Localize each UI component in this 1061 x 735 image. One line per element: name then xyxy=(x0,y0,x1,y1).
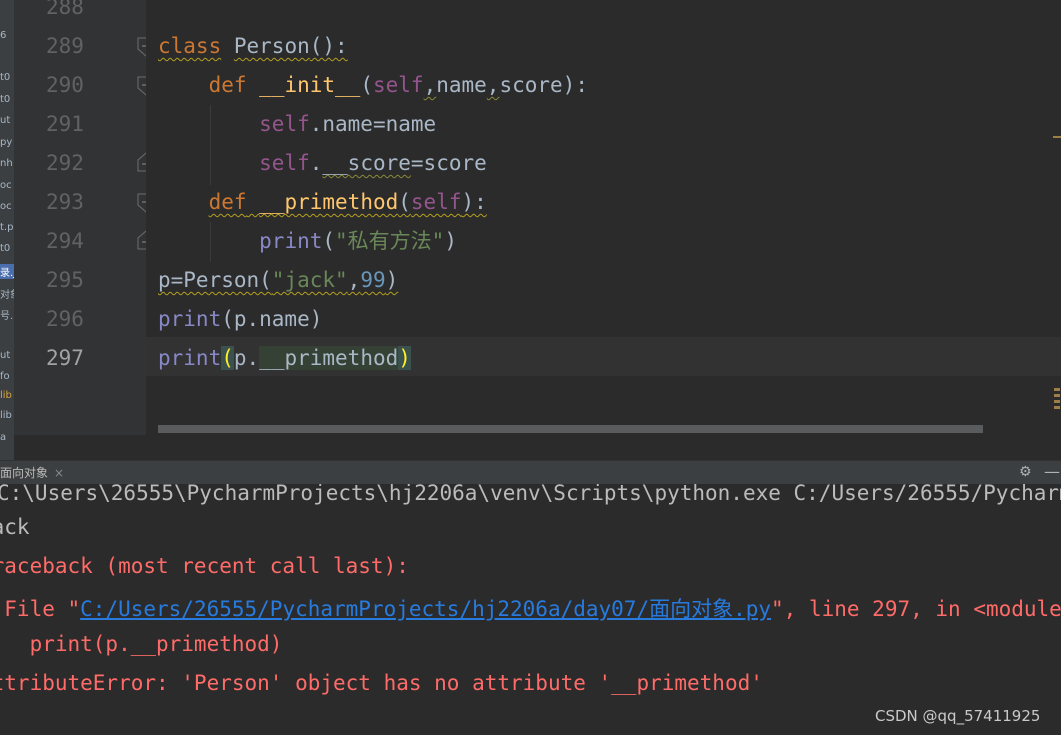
editor-gutter: 288 289 290 291 292 293 294 295 296 297 xyxy=(14,0,146,435)
parameter: name xyxy=(436,73,487,97)
code-text: ( xyxy=(360,73,373,97)
code-text: ): xyxy=(461,190,487,214)
project-item[interactable]: t0 xyxy=(0,243,10,254)
file-link[interactable]: C:/Users/26555/PycharmProjects/hj2206a/d… xyxy=(80,597,771,621)
keyword: def xyxy=(208,190,247,214)
line-number: 296 xyxy=(46,307,84,331)
attribute: __score xyxy=(322,151,411,175)
builtin-function: print xyxy=(259,229,323,253)
code-line-297: print(p.__primethod) xyxy=(158,339,411,378)
line-number: 294 xyxy=(46,229,84,253)
string-literal: "私有方法" xyxy=(335,229,445,253)
project-item[interactable]: 6 xyxy=(0,30,6,41)
minimize-icon[interactable]: — xyxy=(1044,462,1060,481)
code-text: p=Person( xyxy=(158,268,272,292)
function-name: __init__ xyxy=(259,73,361,97)
code-text: , xyxy=(423,73,437,97)
code-line-289: class Person(): xyxy=(158,27,348,66)
builtin-function: print xyxy=(158,346,222,370)
code-text: ( xyxy=(398,190,411,214)
project-item[interactable]: lib xyxy=(0,410,12,421)
bracket-match: ) xyxy=(398,346,411,370)
keyword: def xyxy=(208,73,247,97)
console-line-error: AttributeError: 'Person' object has no a… xyxy=(0,671,763,695)
console-text: ", line 297, in <module> xyxy=(771,597,1061,621)
project-item[interactable]: fo xyxy=(0,371,10,382)
self-keyword: self xyxy=(259,151,310,175)
line-number-current: 297 xyxy=(46,346,84,370)
code-line-293: def __primethod(self): xyxy=(158,183,487,222)
keyword: class xyxy=(158,34,222,58)
run-console[interactable]: C:\Users\26555\PycharmProjects\hj2206a\v… xyxy=(0,484,1061,735)
project-item[interactable]: lib xyxy=(0,390,12,401)
code-text: . xyxy=(309,151,323,175)
code-line-292: self.__score=score xyxy=(158,144,487,183)
code-text: (p.name) xyxy=(221,307,323,331)
close-icon[interactable]: × xyxy=(54,466,64,480)
project-panel-strip[interactable]: 6 t0 t0 ut py nh oc oc t.p t0 录.jpg 对象 号… xyxy=(0,0,14,460)
project-item[interactable]: a xyxy=(0,432,6,443)
line-number: 293 xyxy=(46,190,84,214)
class-name: Person xyxy=(233,34,310,58)
code-text: .name=name xyxy=(309,112,437,136)
self-keyword: self xyxy=(410,190,462,214)
run-tab[interactable]: 面向对象 × xyxy=(0,461,70,485)
code-editor[interactable]: class Person(): def __init__(self,name,s… xyxy=(146,0,1061,435)
project-item[interactable]: ut xyxy=(0,350,10,361)
project-item[interactable]: oc xyxy=(0,201,12,212)
code-text: , xyxy=(347,268,361,292)
self-keyword: self xyxy=(372,73,424,97)
project-item[interactable]: py xyxy=(0,137,12,148)
code-text: ): xyxy=(562,73,588,97)
run-tab-label: 面向对象 xyxy=(0,466,49,480)
console-line-command: C:\Users\26555\PycharmProjects\hj2206a\v… xyxy=(0,484,1061,505)
project-item[interactable]: t.p xyxy=(0,222,13,233)
code-line-295: p=Person("jack",99) xyxy=(158,261,398,300)
function-name: __primethod xyxy=(259,190,399,214)
code-line-291: self.name=name xyxy=(158,105,436,144)
code-line-290: def __init__(self,name,score): xyxy=(158,66,588,105)
code-text: p. xyxy=(233,346,260,370)
project-item[interactable]: 对象 xyxy=(0,286,14,301)
console-line-source: print(p.__primethod) xyxy=(0,632,283,656)
project-item[interactable]: oc xyxy=(0,180,12,191)
project-item[interactable]: t0 xyxy=(0,94,10,105)
code-text: ) xyxy=(385,268,399,292)
line-number: 288 xyxy=(46,0,84,19)
console-line-traceback: Traceback (most recent call last): xyxy=(0,554,409,578)
project-item-selected[interactable]: 录.jpg xyxy=(0,264,14,279)
attribute: __primethod xyxy=(259,346,399,370)
bracket-match: ( xyxy=(221,346,234,370)
number-literal: 99 xyxy=(360,268,386,292)
project-item[interactable]: ut xyxy=(0,115,10,126)
console-line-output: jack xyxy=(0,515,30,539)
line-number: 289 xyxy=(46,34,84,58)
console-line-file: File "C:/Users/26555/PycharmProjects/hj2… xyxy=(0,593,1061,623)
line-number: 295 xyxy=(46,268,84,292)
horizontal-scrollbar[interactable] xyxy=(158,425,983,433)
line-number: 290 xyxy=(46,73,84,97)
code-line-296: print(p.name) xyxy=(158,300,322,339)
project-item[interactable]: 号. xyxy=(0,307,13,322)
line-number: 292 xyxy=(46,151,84,175)
code-text: ( xyxy=(322,229,336,253)
code-text: ) xyxy=(444,229,457,253)
project-item[interactable]: nh xyxy=(0,158,13,169)
string-literal: "jack" xyxy=(271,268,348,292)
parameter: score xyxy=(499,73,563,97)
builtin-function: print xyxy=(158,307,222,331)
scroll-marker-icon[interactable] xyxy=(1053,388,1061,418)
code-line-294: print("私有方法") xyxy=(158,222,457,261)
watermark: CSDN @qq_57411925 xyxy=(875,707,1041,725)
self-keyword: self xyxy=(259,112,310,136)
code-text: (): xyxy=(309,34,348,58)
console-text: File " xyxy=(4,597,81,621)
error-stripe-mark[interactable] xyxy=(1053,136,1061,138)
gear-icon[interactable]: ⚙ xyxy=(1019,464,1032,480)
run-panel-header: 面向对象 × ⚙ — xyxy=(0,460,1061,485)
project-item[interactable]: t0 xyxy=(0,72,10,83)
code-text: , xyxy=(486,73,500,97)
line-number: 291 xyxy=(46,112,84,136)
code-text: =score xyxy=(410,151,487,175)
